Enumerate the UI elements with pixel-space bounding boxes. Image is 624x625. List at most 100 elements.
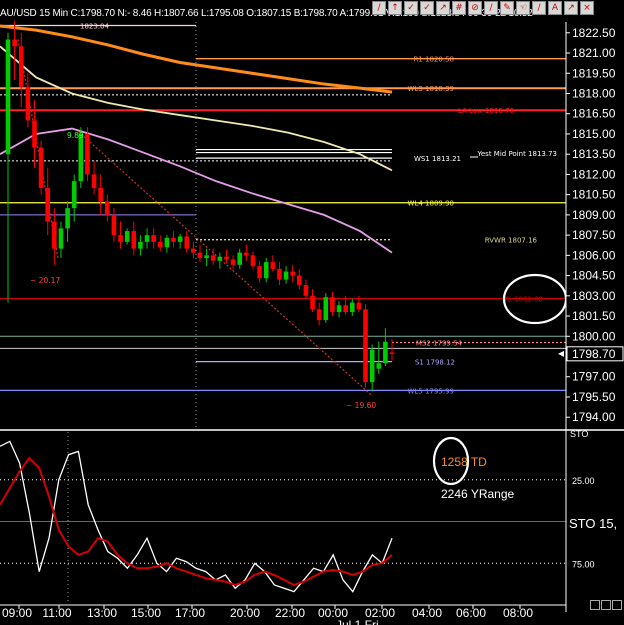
price-tick-label: 1812.00 <box>572 167 616 181</box>
candle-body <box>363 309 368 383</box>
window-tabs <box>590 600 622 610</box>
candle-body <box>52 221 57 249</box>
trend-line <box>77 130 373 397</box>
candle-body <box>383 341 388 364</box>
price-tick-label: 1819.50 <box>572 66 616 80</box>
chart-canvas: 1823.04 R1 1820.58 WL3 1818.39 LA Low 1816.… <box>0 20 624 625</box>
price-tick-label: 1815.00 <box>572 127 616 141</box>
level-label: RVWR 1807.16 <box>485 237 538 245</box>
time-tick-label: 11:00 <box>42 606 71 620</box>
candle-body <box>151 235 156 242</box>
price-tick-label: 1804.50 <box>572 269 616 283</box>
candle-body <box>349 302 355 312</box>
candle-body <box>310 295 315 310</box>
candle-body <box>217 256 223 261</box>
candle-body <box>244 252 249 256</box>
candle-body <box>45 187 51 222</box>
candle-body <box>330 297 335 312</box>
price-tick-label: 1810.50 <box>572 188 616 202</box>
candle-body <box>85 133 90 175</box>
candle-body <box>257 266 262 279</box>
candle-body <box>58 228 64 249</box>
candle-body <box>118 235 123 242</box>
candle-body <box>12 39 17 47</box>
level-label: 1823.04 <box>80 23 109 31</box>
candle-body <box>376 363 382 369</box>
time-tick-label: 09:00 <box>2 606 32 620</box>
price-tick-label: 1800.00 <box>572 329 616 343</box>
time-tick-label: 13:00 <box>87 606 117 620</box>
candle-body <box>164 237 170 248</box>
candle-body <box>270 262 276 269</box>
price-tick-label: 1822.50 <box>572 26 616 40</box>
price-tick-label: 1809.00 <box>572 208 616 222</box>
level-label: WS1 1813.21 <box>414 155 461 163</box>
candle-body <box>38 147 44 188</box>
stochastic-pane: 1258 TD 2246 YRange <box>0 432 566 604</box>
candle-body <box>131 231 137 249</box>
price-tick-label: 1807.50 <box>572 228 616 242</box>
window-tab[interactable] <box>590 600 600 610</box>
time-tick-label: 17:00 <box>175 606 205 620</box>
candle-body <box>316 309 322 321</box>
candle-body <box>111 214 117 236</box>
sto-title: STO <box>570 429 588 439</box>
price-tick-label: 1801.50 <box>572 309 616 323</box>
candle-body <box>157 241 163 248</box>
time-tick-label: 20:00 <box>230 606 260 620</box>
level-label: WL5 1795.99 <box>408 387 454 395</box>
time-tick-label: 06:00 <box>456 606 486 620</box>
candle-body <box>78 133 84 182</box>
sto-header-label: STO 15, <box>569 516 617 531</box>
candle-body <box>283 271 289 280</box>
candle-body <box>124 231 130 242</box>
window-tab[interactable] <box>601 600 611 610</box>
candle-body <box>369 349 375 383</box>
candle-body <box>197 252 203 259</box>
date-label: Jul 1 Fri <box>336 618 379 625</box>
level-label: R1 1820.58 <box>414 56 455 64</box>
candle-body <box>184 236 190 249</box>
candle-body <box>204 255 209 259</box>
candle-body <box>171 237 176 242</box>
candle-body <box>98 187 103 202</box>
price-tick-label: 1806.00 <box>572 248 616 262</box>
candle-body <box>65 208 70 229</box>
candle-body <box>303 285 309 296</box>
price-pane: 1823.04 R1 1820.58 WL3 1818.39 LA Low 1816.… <box>0 20 568 430</box>
level-label: WL4 1809.90 <box>408 200 454 208</box>
price-tick-label: 1794.00 <box>572 410 616 424</box>
level-label: S1 1798.12 <box>415 359 455 367</box>
candle-body <box>323 297 329 321</box>
candle-body <box>356 302 362 310</box>
candle-body <box>5 39 11 155</box>
chart-annotation: ~ 20.17 <box>30 276 60 285</box>
time-tick-label: 04:00 <box>412 606 442 620</box>
candle-body <box>237 252 243 265</box>
candle-body <box>389 352 395 354</box>
candle-body <box>191 248 196 253</box>
chart-annotation: 9.89 <box>67 131 84 140</box>
candle-body <box>297 275 302 286</box>
candle-body <box>224 256 229 260</box>
candle-body <box>336 305 342 312</box>
candle-body <box>250 255 256 267</box>
candle-body <box>277 268 282 280</box>
price-tick-label: 1813.50 <box>572 147 616 161</box>
level-label: LA Low 1816.76 <box>458 107 515 115</box>
price-tick-label: 1818.00 <box>572 86 616 100</box>
time-tick-label: 15:00 <box>131 606 161 620</box>
price-tick-label: 1795.50 <box>572 390 616 404</box>
price-tick-label: 1798.70 <box>572 347 616 361</box>
candle-body <box>263 262 269 279</box>
td-annotation: 1258 TD <box>441 455 487 469</box>
time-tick-label: 08:00 <box>503 606 533 620</box>
candle-body <box>177 236 183 242</box>
candle-body <box>138 241 143 249</box>
window-tab[interactable] <box>612 600 622 610</box>
level-label: WL3 1818.39 <box>408 85 454 93</box>
candle-body <box>230 259 236 265</box>
candle-body <box>144 235 150 242</box>
last-price-marker <box>558 350 564 357</box>
candle-body <box>290 271 295 276</box>
